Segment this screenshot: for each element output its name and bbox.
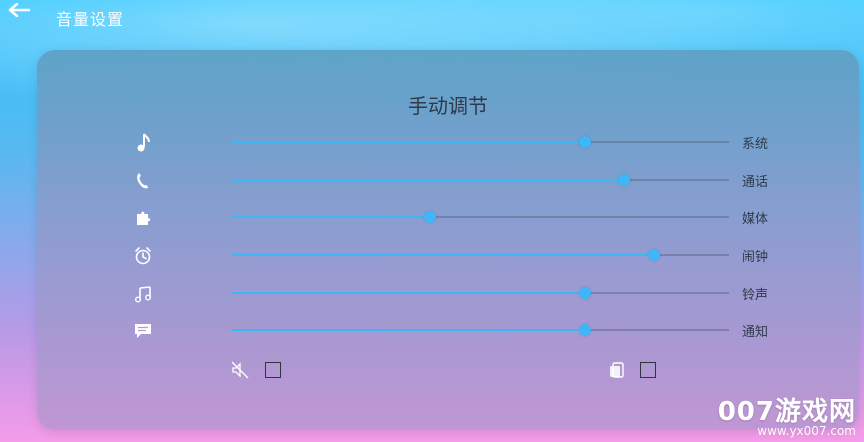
ringtone-slider-fill bbox=[231, 292, 585, 294]
mute-icon bbox=[230, 360, 250, 380]
puzzle-icon bbox=[131, 206, 155, 230]
message-icon bbox=[131, 319, 155, 343]
media-slider-thumb[interactable] bbox=[424, 211, 436, 223]
system-slider-thumb[interactable] bbox=[579, 136, 591, 148]
top-bar: 音量设置 bbox=[0, 0, 864, 34]
call-slider[interactable] bbox=[231, 174, 729, 186]
media-label: 媒体 bbox=[742, 212, 769, 227]
back-button[interactable] bbox=[6, 2, 32, 18]
phone-icon bbox=[131, 169, 155, 193]
alarm-clock-icon bbox=[131, 244, 155, 268]
slider-row-ringtone: 铃声 bbox=[37, 278, 859, 308]
panel-title: 手动调节 bbox=[408, 94, 488, 118]
slider-row-call: 通话 bbox=[37, 165, 859, 195]
system-label: 系统 bbox=[742, 137, 769, 152]
system-slider[interactable] bbox=[231, 136, 729, 148]
notification-slider[interactable] bbox=[231, 324, 729, 336]
slider-row-alarm: 闹钟 bbox=[37, 240, 859, 270]
watermark-title: 007游戏网 bbox=[717, 397, 856, 427]
ringtone-slider[interactable] bbox=[231, 287, 729, 299]
slider-row-notification: 通知 bbox=[37, 315, 859, 345]
call-slider-thumb[interactable] bbox=[618, 174, 630, 186]
watermark-url: www.yx007.com bbox=[757, 424, 856, 438]
ringtone-label: 铃声 bbox=[742, 288, 769, 303]
music-note-icon bbox=[131, 131, 155, 155]
alarm-slider[interactable] bbox=[231, 249, 729, 261]
alarm-label: 闹钟 bbox=[742, 250, 769, 265]
system-slider-fill bbox=[231, 141, 585, 143]
mute-checkbox[interactable] bbox=[265, 362, 281, 378]
call-slider-fill bbox=[231, 179, 624, 181]
slider-row-media: 媒体 bbox=[37, 202, 859, 232]
bottom-options bbox=[37, 358, 859, 382]
media-slider[interactable] bbox=[231, 211, 729, 223]
notification-label: 通知 bbox=[742, 325, 769, 340]
vibrate-icon bbox=[607, 360, 627, 380]
media-slider-fill bbox=[231, 216, 430, 218]
page-title: 音量设置 bbox=[56, 10, 125, 29]
ringtone-slider-thumb[interactable] bbox=[579, 287, 591, 299]
alarm-slider-fill bbox=[231, 254, 654, 256]
alarm-slider-thumb[interactable] bbox=[648, 249, 660, 261]
vibrate-checkbox[interactable] bbox=[640, 362, 656, 378]
call-label: 通话 bbox=[742, 175, 769, 190]
notification-slider-fill bbox=[231, 329, 585, 331]
slider-row-system: 系统 bbox=[37, 127, 859, 157]
music-notes-icon bbox=[131, 282, 155, 306]
notification-slider-thumb[interactable] bbox=[579, 324, 591, 336]
back-arrow-icon bbox=[8, 3, 30, 17]
volume-panel: 手动调节 系统 通话 媒体 闹钟 铃声 通知 bbox=[37, 50, 859, 430]
watermark: 007游戏网 www.yx007.com bbox=[718, 391, 856, 438]
